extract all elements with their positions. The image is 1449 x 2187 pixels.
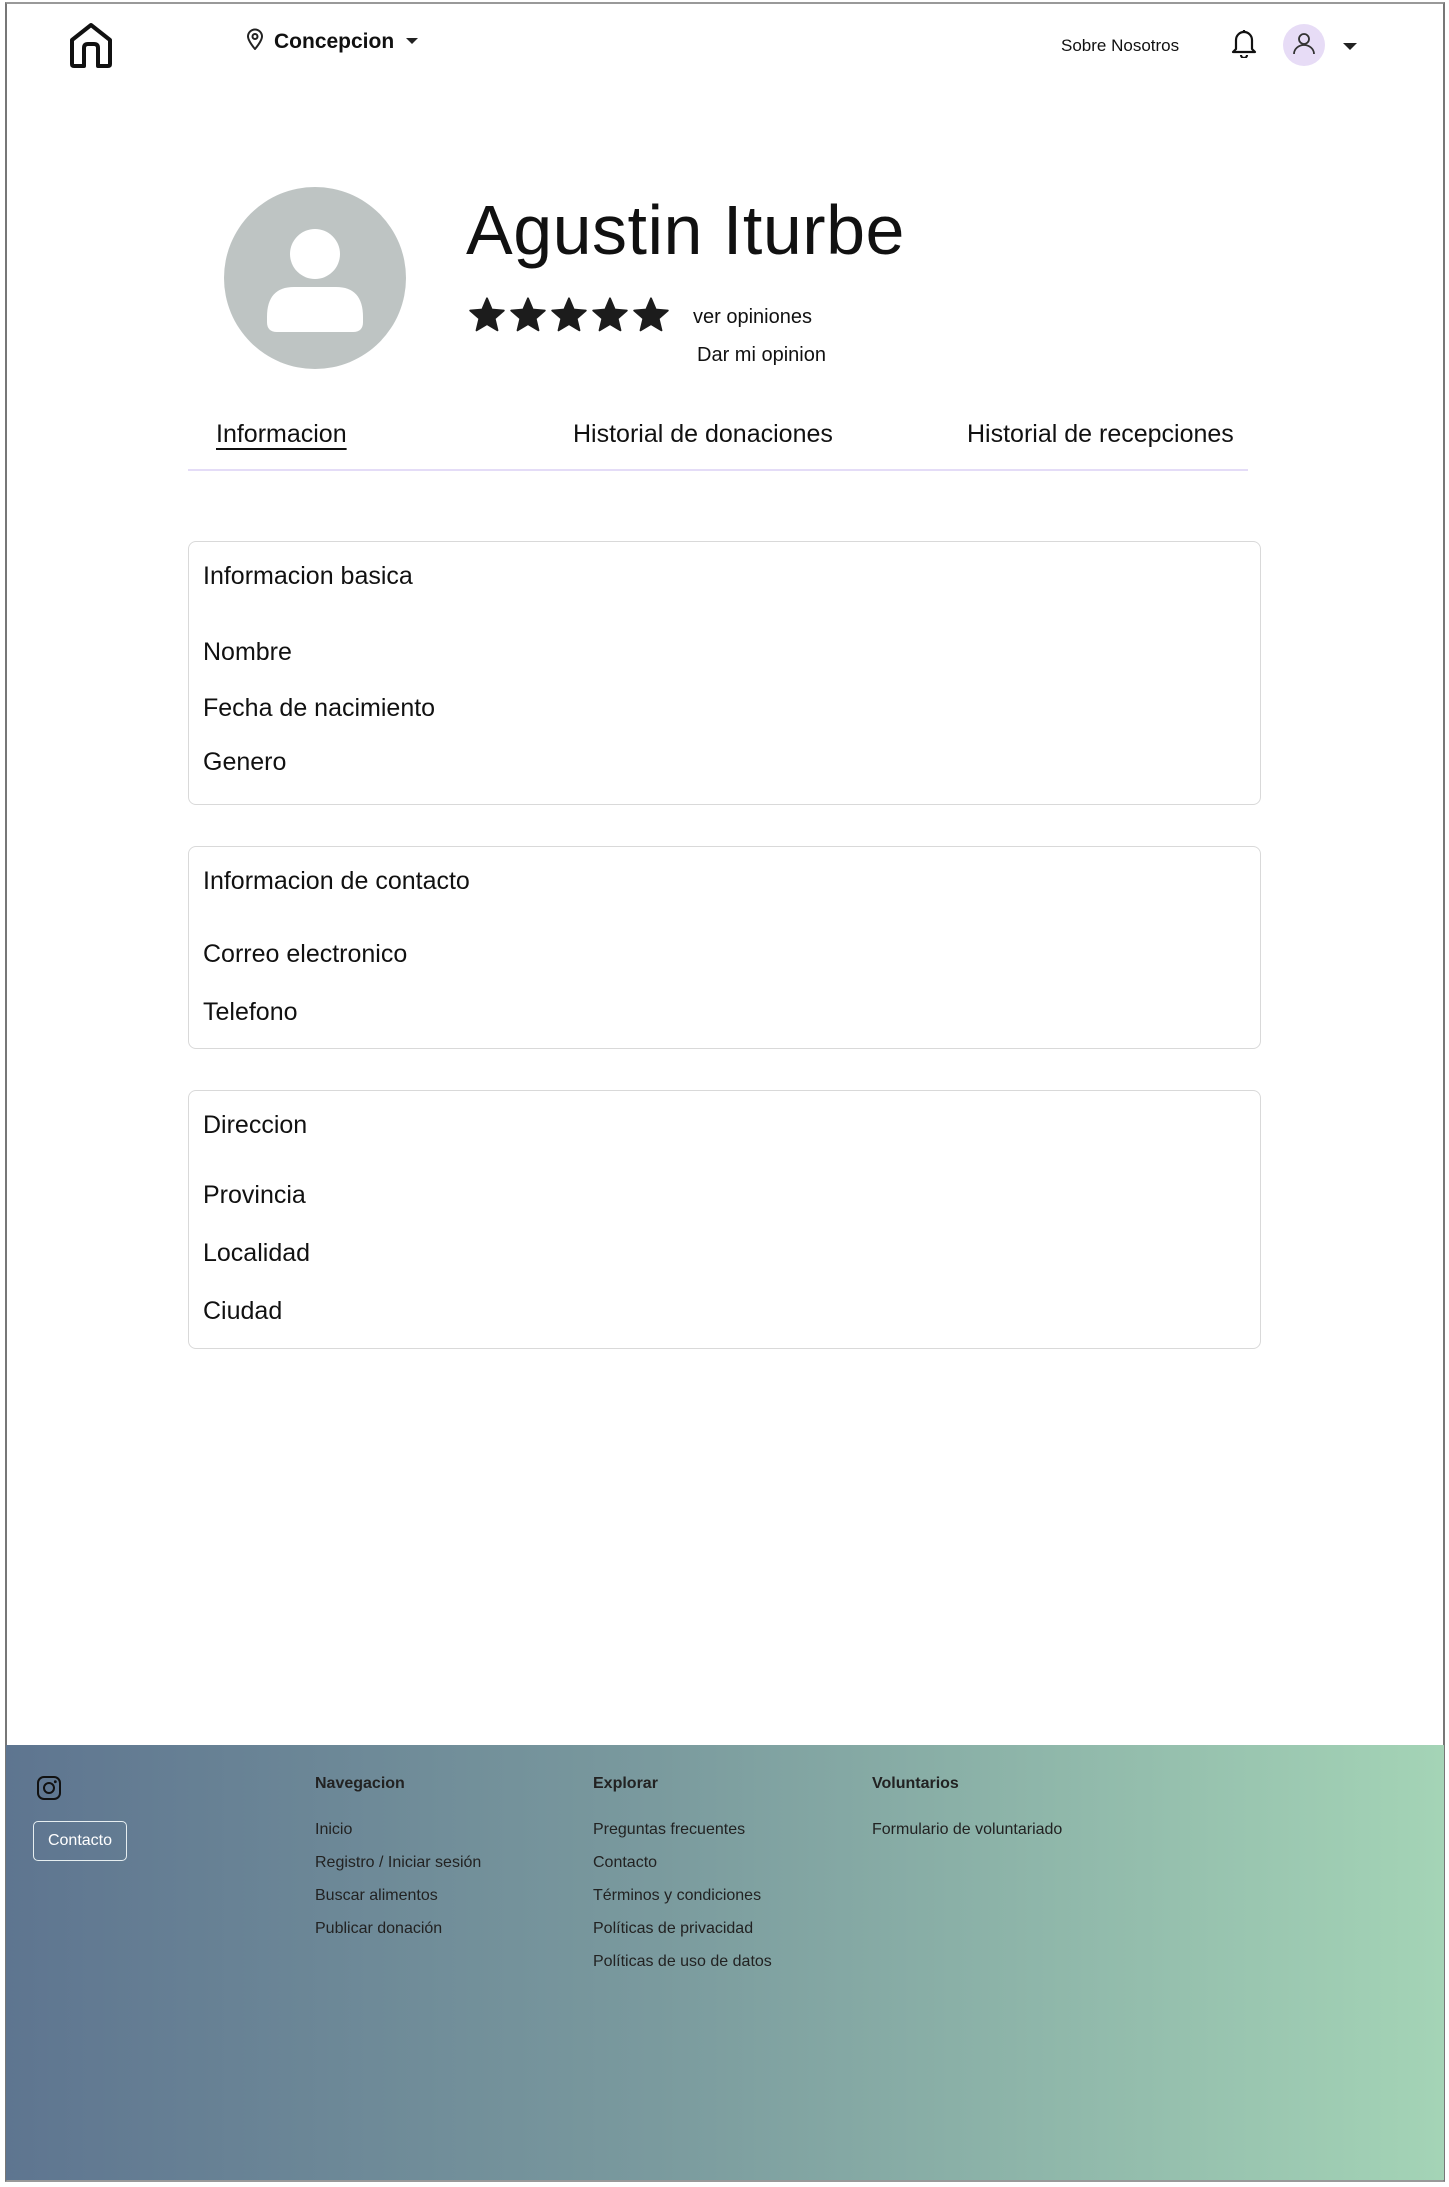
address-card: Direccion Provincia Localidad Ciudad — [188, 1090, 1261, 1349]
footer-column-navegacion: Navegacion Inicio Registro / Iniciar ses… — [315, 1775, 481, 1938]
see-reviews-link[interactable]: ver opiniones — [693, 306, 812, 329]
card-title: Direccion — [203, 1111, 308, 1139]
star-icon — [633, 297, 669, 332]
field-nombre: Nombre — [203, 638, 292, 666]
field-localidad: Localidad — [203, 1239, 311, 1267]
star-icon — [551, 297, 587, 332]
location-selector[interactable]: Concepcion — [246, 28, 420, 55]
footer-link-terminos[interactable]: Términos y condiciones — [593, 1887, 772, 1905]
field-ciudad: Ciudad — [203, 1297, 283, 1325]
field-fecha-nacimiento: Fecha de nacimiento — [203, 694, 436, 722]
home-icon[interactable] — [66, 20, 116, 70]
tabs-divider — [188, 469, 1248, 471]
give-review-link[interactable]: Dar mi opinion — [697, 344, 826, 367]
basic-info-card: Informacion basica Nombre Fecha de nacim… — [188, 541, 1261, 805]
footer-link-privacidad[interactable]: Políticas de privacidad — [593, 1920, 772, 1938]
footer-link-voluntariado[interactable]: Formulario de voluntariado — [872, 1821, 1062, 1839]
footer-link-buscar-alimentos[interactable]: Buscar alimentos — [315, 1887, 481, 1905]
footer: Contacto Navegacion Inicio Registro / In… — [6, 1745, 1444, 2180]
footer-link-uso-datos[interactable]: Políticas de uso de datos — [593, 1953, 772, 1971]
tab-historial-recepciones[interactable]: Historial de recepciones — [967, 420, 1234, 449]
card-title: Informacion basica — [203, 562, 413, 590]
chevron-down-icon — [404, 33, 420, 51]
field-telefono: Telefono — [203, 998, 298, 1026]
user-icon — [1290, 29, 1318, 62]
contact-button[interactable]: Contacto — [33, 1821, 127, 1861]
bell-icon[interactable] — [1231, 28, 1257, 63]
star-icon — [469, 297, 505, 332]
rating-stars — [468, 296, 670, 334]
footer-column-title: Navegacion — [315, 1775, 405, 1792]
field-genero: Genero — [203, 748, 287, 776]
instagram-icon[interactable] — [36, 1775, 62, 1806]
about-link[interactable]: Sobre Nosotros — [1061, 36, 1179, 56]
footer-column-explorar: Explorar Preguntas frecuentes Contacto T… — [593, 1775, 772, 1971]
contact-info-card: Informacion de contacto Correo electroni… — [188, 846, 1261, 1049]
profile-name: Agustin Iturbe — [466, 191, 905, 269]
user-menu-chevron-icon[interactable] — [1343, 43, 1357, 50]
footer-column-title: Explorar — [593, 1775, 658, 1792]
footer-link-inicio[interactable]: Inicio — [315, 1821, 481, 1839]
tab-informacion[interactable]: Informacion — [216, 420, 347, 449]
star-icon — [510, 297, 546, 332]
location-label: Concepcion — [274, 29, 395, 53]
user-menu-avatar[interactable] — [1283, 24, 1325, 66]
footer-link-preguntas[interactable]: Preguntas frecuentes — [593, 1821, 772, 1839]
footer-link-contacto[interactable]: Contacto — [593, 1854, 772, 1872]
field-provincia: Provincia — [203, 1181, 306, 1209]
card-title: Informacion de contacto — [203, 867, 470, 895]
star-icon — [592, 297, 628, 332]
tab-historial-donaciones[interactable]: Historial de donaciones — [573, 420, 833, 449]
field-correo: Correo electronico — [203, 940, 408, 968]
footer-link-publicar-donacion[interactable]: Publicar donación — [315, 1920, 481, 1938]
footer-link-registro[interactable]: Registro / Iniciar sesión — [315, 1854, 481, 1872]
location-pin-icon — [246, 28, 264, 55]
footer-column-title: Voluntarios — [872, 1775, 959, 1792]
profile-avatar — [224, 187, 406, 369]
footer-column-voluntarios: Voluntarios Formulario de voluntariado — [872, 1775, 1062, 1839]
